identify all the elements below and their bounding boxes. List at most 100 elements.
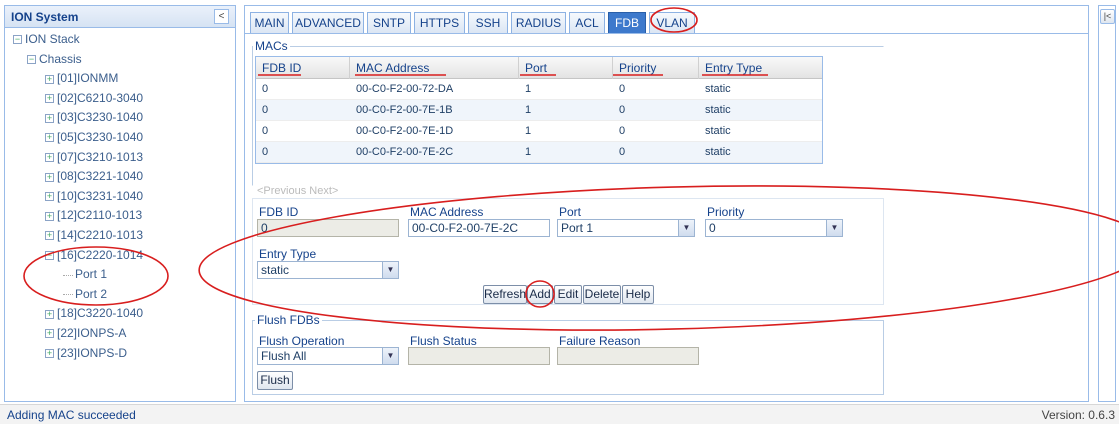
chevron-down-icon[interactable]: ▼ xyxy=(826,220,842,236)
mac-table: FDB ID MAC Address Port Priority Entry T… xyxy=(255,56,823,164)
tree-node-card[interactable]: + [22]IONPS-A xyxy=(45,323,126,343)
panel-title: ION System xyxy=(11,10,79,24)
table-cell: 0 xyxy=(262,125,269,137)
tree-node-card[interactable]: + [05]C3230-1040 xyxy=(45,127,143,147)
refresh-button[interactable]: Refresh xyxy=(483,285,527,304)
table-cell: 1 xyxy=(525,104,532,116)
tab-https[interactable]: HTTPS xyxy=(414,12,465,33)
tab-acl[interactable]: ACL xyxy=(569,12,605,33)
chevron-down-icon[interactable]: ▼ xyxy=(678,220,694,236)
tree-node-card[interactable]: + [12]C2110-1013 xyxy=(45,205,142,225)
flush-title: Flush FDBs xyxy=(255,313,322,327)
tab-main[interactable]: MAIN xyxy=(250,12,289,33)
tab-vlan[interactable]: VLAN xyxy=(649,12,695,33)
tab-sntp[interactable]: SNTP xyxy=(367,12,411,33)
table-cell: 00-C0-F2-00-7E-1D xyxy=(356,125,454,137)
tree-node-label: [07]C3210-1013 xyxy=(57,149,144,164)
table-row[interactable]: 0 00-C0-F2-00-72-DA 1 0 static xyxy=(256,79,822,100)
column-entry-type[interactable]: Entry Type xyxy=(699,57,823,79)
table-row[interactable]: 0 00-C0-F2-00-7E-2C 1 0 static xyxy=(256,142,822,163)
expand-panel-button[interactable]: |< xyxy=(1100,9,1115,24)
expand-icon[interactable]: + xyxy=(45,113,54,123)
flush-button[interactable]: Flush xyxy=(257,371,293,390)
pager[interactable]: <Previous Next> xyxy=(257,185,338,197)
tree-node-label: [16]C2220-1014 xyxy=(57,247,144,262)
tree-node-ion-stack[interactable]: − ION Stack xyxy=(13,29,80,49)
column-port[interactable]: Port xyxy=(519,57,613,79)
tab-divider xyxy=(245,33,1088,34)
tree-node-port[interactable]: Port 2 xyxy=(63,284,107,304)
collapse-icon[interactable]: − xyxy=(13,35,22,45)
tree-node-card[interactable]: + [18]C3220-1040 xyxy=(45,303,143,323)
table-cell: static xyxy=(705,125,731,137)
table-cell: 00-C0-F2-00-7E-1B xyxy=(356,104,453,116)
status-message: Adding MAC succeeded xyxy=(7,408,136,422)
table-cell: 1 xyxy=(525,83,532,95)
collapse-icon[interactable]: − xyxy=(45,250,54,260)
column-fdb-id[interactable]: FDB ID xyxy=(256,57,350,79)
table-cell: 0 xyxy=(262,146,269,158)
port-select[interactable]: Port 1 ▼ xyxy=(557,219,695,237)
tree-node-card[interactable]: − [16]C2220-1014 xyxy=(45,245,143,265)
tree-node-card[interactable]: + [07]C3210-1013 xyxy=(45,147,143,167)
help-button[interactable]: Help xyxy=(622,285,654,304)
column-priority[interactable]: Priority xyxy=(613,57,699,79)
delete-button[interactable]: Delete xyxy=(583,285,621,304)
mac-address-label: MAC Address xyxy=(410,205,484,219)
collapse-icon[interactable]: − xyxy=(27,54,36,64)
fdb-id-field: 0 xyxy=(257,219,399,237)
expand-icon[interactable]: + xyxy=(45,192,54,202)
collapsed-side-panel: |< xyxy=(1098,5,1116,402)
collapse-panel-button[interactable]: < xyxy=(214,9,229,24)
edit-button[interactable]: Edit xyxy=(554,285,582,304)
expand-icon[interactable]: + xyxy=(45,152,54,162)
priority-label: Priority xyxy=(707,205,745,219)
expand-icon[interactable]: + xyxy=(45,133,54,143)
column-mac-address[interactable]: MAC Address xyxy=(350,57,519,79)
tree-node-card[interactable]: + [01]IONMM xyxy=(45,68,118,88)
tab-fdb[interactable]: FDB xyxy=(608,12,646,33)
expand-icon[interactable]: + xyxy=(45,231,54,241)
entry-type-select[interactable]: static ▼ xyxy=(257,261,399,279)
tree-node-label: [23]IONPS-D xyxy=(57,345,128,360)
flush-operation-select[interactable]: Flush All ▼ xyxy=(257,347,399,365)
tree-node-card[interactable]: + [10]C3231-1040 xyxy=(45,186,143,206)
tree-node-chassis[interactable]: − Chassis xyxy=(27,49,82,69)
tab-advanced[interactable]: ADVANCED xyxy=(292,12,364,33)
table-cell: static xyxy=(705,146,731,158)
expand-icon[interactable]: + xyxy=(45,94,54,104)
table-row[interactable]: 0 00-C0-F2-00-7E-1B 1 0 static xyxy=(256,100,822,121)
tree-node-label: Port 2 xyxy=(75,286,108,301)
table-cell: 0 xyxy=(619,146,626,158)
tree-connector xyxy=(63,274,73,276)
add-button[interactable]: Add xyxy=(527,285,553,304)
expand-icon[interactable]: + xyxy=(45,211,54,221)
table-cell: static xyxy=(705,104,731,116)
tree-node-label: [18]C3220-1040 xyxy=(57,306,144,321)
tab-ssh[interactable]: SSH xyxy=(468,12,508,33)
tree-node-label: [12]C2110-1013 xyxy=(57,208,143,223)
tree-node-card[interactable]: + [08]C3221-1040 xyxy=(45,166,143,186)
tree-node-card[interactable]: + [14]C2210-1013 xyxy=(45,225,143,245)
expand-icon[interactable]: + xyxy=(45,74,54,84)
tree-node-label: [22]IONPS-A xyxy=(57,326,127,340)
chevron-down-icon[interactable]: ▼ xyxy=(382,348,398,364)
expand-icon[interactable]: + xyxy=(45,172,54,182)
tree-node-port[interactable]: Port 1 xyxy=(63,264,107,284)
tree-node-card[interactable]: + [02]C6210-3040 xyxy=(45,88,143,108)
tree-node-card[interactable]: + [03]C3230-1040 xyxy=(45,107,143,127)
table-cell: 00-C0-F2-00-7E-2C xyxy=(356,146,454,158)
expand-icon[interactable]: + xyxy=(45,348,54,358)
failure-reason-label: Failure Reason xyxy=(559,334,641,348)
mac-table-header: FDB ID MAC Address Port Priority Entry T… xyxy=(256,57,822,79)
mac-address-field[interactable]: 00-C0-F2-00-7E-2C xyxy=(408,219,550,237)
main-panel: MAIN ADVANCED SNTP HTTPS SSH RADIUS ACL FDB VLAN… xyxy=(244,5,1089,402)
tree-node-card[interactable]: + [23]IONPS-D xyxy=(45,343,127,363)
priority-select[interactable]: 0 ▼ xyxy=(705,219,843,237)
expand-icon[interactable]: + xyxy=(45,329,54,339)
tab-radius[interactable]: RADIUS xyxy=(511,12,566,33)
expand-icon[interactable]: + xyxy=(45,309,54,319)
chevron-down-icon[interactable]: ▼ xyxy=(382,262,398,278)
table-row[interactable]: 0 00-C0-F2-00-7E-1D 1 0 static xyxy=(256,121,822,142)
tree-node-label: [02]C6210-3040 xyxy=(57,90,144,105)
